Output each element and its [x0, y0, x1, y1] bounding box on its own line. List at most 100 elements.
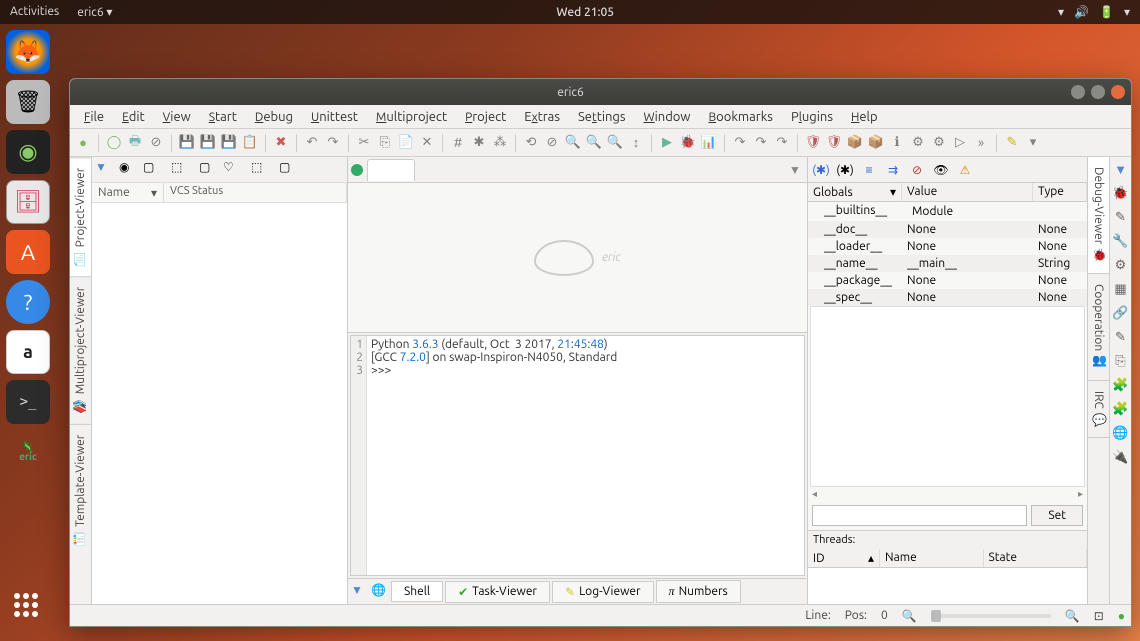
tab-shell[interactable]: Shell: [391, 581, 443, 602]
menu-help[interactable]: Help: [843, 108, 886, 126]
zoom-in-icon[interactable]: 🔍: [1065, 609, 1080, 623]
dropdown-icon[interactable]: ▾: [1024, 134, 1042, 152]
tb2-icon[interactable]: ⚙: [930, 134, 948, 152]
battery-icon[interactable]: 🔋: [1099, 5, 1114, 19]
launcher-terminal[interactable]: >_: [6, 380, 50, 424]
ri-misc2-icon[interactable]: ⎘: [1113, 353, 1129, 369]
search-back-icon[interactable]: ⟲: [522, 134, 540, 152]
search-clear-icon[interactable]: ⊘: [543, 134, 561, 152]
close-button[interactable]: [1111, 85, 1125, 99]
tab-irc[interactable]: IRC💬: [1088, 381, 1109, 438]
proj-other-icon[interactable]: ⬚: [251, 160, 271, 180]
step-over-icon[interactable]: ↷: [752, 134, 770, 152]
col-thread-name[interactable]: Name: [880, 549, 984, 567]
step-out-icon[interactable]: ↷: [773, 134, 791, 152]
vcs-icon[interactable]: 🛡: [804, 134, 822, 152]
print-icon[interactable]: 🖶: [126, 134, 144, 152]
cut-icon[interactable]: ✂: [355, 134, 373, 152]
proj-res-icon[interactable]: ▢: [199, 160, 219, 180]
vcs3-icon[interactable]: 📦: [846, 134, 864, 152]
ri-puzzle2-icon[interactable]: 🧩: [1113, 401, 1129, 417]
menu-multiproject[interactable]: Multiproject: [368, 108, 455, 126]
ri-filter-icon[interactable]: ▼: [1113, 161, 1129, 177]
col-thread-state[interactable]: State: [984, 549, 1088, 567]
tab-log-viewer[interactable]: ✎Log-Viewer: [552, 581, 654, 603]
menu-file[interactable]: File: [76, 108, 112, 126]
step-icon[interactable]: ↷: [731, 134, 749, 152]
bottom-globe-icon[interactable]: 🌐: [371, 583, 389, 601]
filter-icon[interactable]: ▼: [95, 160, 115, 180]
edit-tool-icon[interactable]: ✎: [1003, 134, 1021, 152]
appmenu-button[interactable]: eric6 ▾: [77, 5, 112, 19]
dbg-globals-icon[interactable]: (✱): [811, 161, 831, 179]
ri-gear-icon[interactable]: ⚙: [1113, 257, 1129, 273]
save-project-icon[interactable]: 📋: [241, 134, 259, 152]
launcher-files[interactable]: 🗄: [6, 180, 50, 224]
launcher-firefox[interactable]: 🦊: [6, 30, 50, 74]
launcher-trash[interactable]: 🗑: [6, 80, 50, 124]
ri-tool-icon[interactable]: 🔧: [1113, 233, 1129, 249]
debug-icon[interactable]: 🐞: [679, 134, 697, 152]
globals-row[interactable]: __doc__NoneNone: [808, 221, 1087, 238]
streamcomment-icon[interactable]: ⁂: [491, 134, 509, 152]
tab-project-viewer[interactable]: 📄Project-Viewer: [70, 157, 91, 276]
goto-icon[interactable]: ↕: [627, 134, 645, 152]
dbg-warn-icon[interactable]: ⚠: [955, 161, 975, 179]
redo-icon[interactable]: ↷: [324, 134, 342, 152]
titlebar[interactable]: eric6: [70, 79, 1131, 105]
proj-forms-icon[interactable]: ⬚: [171, 160, 191, 180]
dbg-watch-icon[interactable]: 👁: [931, 161, 951, 179]
proj-doc-icon[interactable]: ▢: [143, 160, 163, 180]
save-as-icon[interactable]: 💾: [199, 134, 217, 152]
menu-bookmarks[interactable]: Bookmarks: [701, 108, 781, 126]
menu-debug[interactable]: Debug: [247, 108, 301, 126]
comment-icon[interactable]: #: [449, 134, 467, 152]
run-icon[interactable]: ▶: [658, 134, 676, 152]
vcs2-icon[interactable]: 🛡: [825, 134, 843, 152]
menu-extras[interactable]: Extras: [516, 108, 568, 126]
dbg-threads-icon[interactable]: ⇉: [883, 161, 903, 179]
profile-icon[interactable]: 📊: [700, 134, 718, 152]
globals-row[interactable]: __builtins__Module: [808, 202, 1087, 221]
globals-row[interactable]: __spec__NoneNone: [808, 289, 1087, 306]
play-icon[interactable]: ▷: [951, 134, 969, 152]
menu-project[interactable]: Project: [457, 108, 514, 126]
globals-row[interactable]: __package__NoneNone: [808, 272, 1087, 289]
volume-icon[interactable]: 🔊: [1074, 5, 1089, 19]
tab-numbers[interactable]: πNumbers: [656, 580, 741, 603]
ri-box-icon[interactable]: ▦: [1113, 281, 1129, 297]
delete-icon[interactable]: ✕: [418, 134, 436, 152]
wifi-icon[interactable]: ▾: [1058, 5, 1064, 19]
save-icon[interactable]: 💾: [178, 134, 196, 152]
ri-globe-icon[interactable]: 🌐: [1113, 425, 1129, 441]
power-icon[interactable]: ▾: [1124, 5, 1130, 19]
col-vcs[interactable]: VCS Status: [164, 183, 347, 202]
ri-bug-icon[interactable]: 🐞: [1113, 185, 1129, 201]
globals-row[interactable]: __loader__NoneNone: [808, 238, 1087, 255]
bottom-filter-icon[interactable]: ▼: [351, 583, 369, 601]
minimize-button[interactable]: [1071, 85, 1085, 99]
ri-misc1-icon[interactable]: ✎: [1113, 329, 1129, 345]
maximize-button[interactable]: [1091, 85, 1105, 99]
tab-dropdown-icon[interactable]: ▼: [786, 161, 804, 179]
tab-debug-viewer[interactable]: Debug-Viewer🐞: [1088, 157, 1109, 274]
shell-output[interactable]: 123 Python 3.6.3 (default, Oct 3 2017, 2…: [350, 335, 805, 576]
ri-plug-icon[interactable]: 🔌: [1113, 449, 1129, 465]
overflow-icon[interactable]: »: [972, 134, 990, 152]
set-button[interactable]: Set: [1031, 505, 1083, 526]
zoom-out-icon[interactable]: 🔍: [902, 609, 917, 623]
clock[interactable]: Wed 21:05: [112, 6, 1058, 19]
ri-edit-icon[interactable]: ✎: [1113, 209, 1129, 225]
menu-plugins[interactable]: Plugins: [783, 108, 841, 126]
vcs4-icon[interactable]: 📦: [867, 134, 885, 152]
dbg-exc-icon[interactable]: ⊘: [907, 161, 927, 179]
launcher-app1[interactable]: ◉: [6, 130, 50, 174]
zoom-reset-icon[interactable]: ⊡: [1094, 609, 1104, 623]
col-globals[interactable]: Globals▾: [808, 183, 902, 201]
activities-button[interactable]: Activities: [10, 5, 59, 19]
search-next-icon[interactable]: 🔍: [585, 134, 603, 152]
launcher-help[interactable]: ?: [6, 280, 50, 324]
zoom-slider[interactable]: [931, 614, 1051, 618]
ri-link-icon[interactable]: 🔗: [1113, 305, 1129, 321]
launcher-amazon[interactable]: a: [6, 330, 50, 374]
